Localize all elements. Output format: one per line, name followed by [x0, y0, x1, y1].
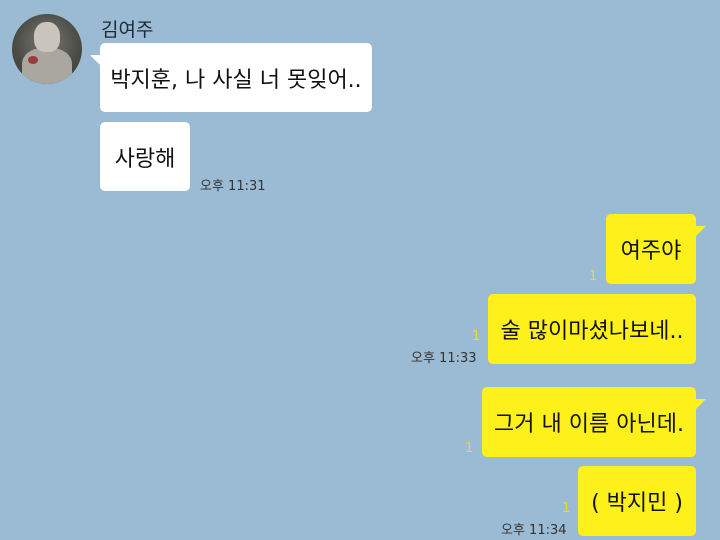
avatar-accent-shape [28, 56, 38, 64]
outgoing-bubble-tail [694, 399, 706, 411]
contact-avatar[interactable] [12, 14, 82, 84]
message-text: ( 박지민 ) [591, 491, 683, 516]
message-text: 그거 내 이름 아닌데. [494, 412, 684, 437]
avatar-head-shape [34, 22, 60, 52]
outgoing-message-bubble[interactable]: 술 많이마셨나보네.. [488, 294, 696, 364]
message-timestamp: 오후 11:31 [200, 179, 266, 194]
message-text: 여주야 [620, 239, 682, 264]
chat-room: 김여주 박지훈, 나 사실 너 못잊어.. 사랑해 오후 11:31 여주야 1… [0, 0, 720, 540]
unread-count: 1 [562, 501, 571, 516]
unread-count: 1 [465, 441, 474, 456]
message-timestamp: 오후 11:33 [411, 351, 477, 366]
message-text: 사랑해 [114, 146, 176, 172]
message-timestamp: 오후 11:34 [501, 523, 567, 538]
contact-name: 김여주 [101, 19, 154, 41]
message-text: 술 많이마셨나보네.. [500, 319, 684, 344]
incoming-message-bubble[interactable]: 사랑해 [100, 122, 190, 191]
unread-count: 1 [589, 269, 598, 284]
incoming-message-bubble[interactable]: 박지훈, 나 사실 너 못잊어.. [100, 43, 372, 112]
message-text: 박지훈, 나 사실 너 못잊어.. [110, 67, 362, 93]
outgoing-message-bubble[interactable]: 그거 내 이름 아닌데. [482, 387, 696, 457]
unread-count: 1 [472, 329, 481, 344]
outgoing-message-bubble[interactable]: ( 박지민 ) [578, 466, 696, 536]
avatar-body-shape [22, 48, 72, 84]
outgoing-bubble-tail [694, 226, 706, 238]
outgoing-message-bubble[interactable]: 여주야 [606, 214, 696, 284]
